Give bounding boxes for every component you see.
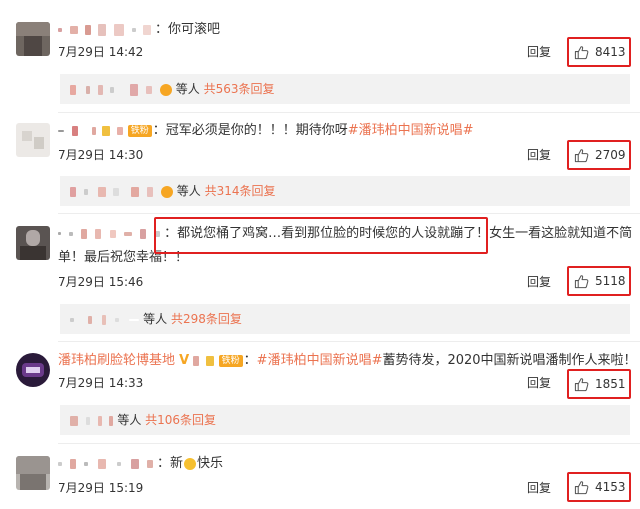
like-button[interactable]: 8413 bbox=[567, 37, 631, 67]
blurred-repliers bbox=[70, 413, 117, 427]
like-count: 5118 bbox=[595, 274, 626, 288]
blurred-username[interactable] bbox=[58, 456, 157, 471]
divider bbox=[58, 341, 640, 342]
like-button[interactable]: 4153 bbox=[567, 472, 631, 502]
blurred-username[interactable] bbox=[58, 226, 164, 241]
reply-count-link[interactable]: 共314条回复 bbox=[205, 184, 276, 198]
divider bbox=[58, 213, 640, 214]
reply-count-link[interactable]: 共106条回复 bbox=[145, 413, 216, 427]
comment-text-continued: 快乐 bbox=[197, 456, 224, 471]
like-count: 1851 bbox=[595, 377, 626, 391]
reply-summary-bar[interactable]: 等人 共314条回复 bbox=[60, 176, 630, 206]
avatar[interactable] bbox=[16, 456, 50, 490]
avatar[interactable] bbox=[16, 226, 50, 260]
divider bbox=[58, 443, 640, 444]
reply-button[interactable]: 回复 bbox=[527, 376, 551, 390]
blurred-username[interactable] bbox=[58, 22, 155, 37]
reply-summary-bar[interactable]: 等人 共298条回复 bbox=[60, 304, 630, 334]
blurred-repliers bbox=[70, 184, 177, 198]
fan-badge: 铁粉 bbox=[127, 124, 152, 137]
fan-badge: 铁粉 bbox=[218, 354, 243, 367]
comment-text-continued: 蓄势待发，2020中国新说唱潘制作人来啦！ bbox=[382, 353, 637, 368]
like-count: 8413 bbox=[595, 45, 626, 59]
reply-others-label: 等人 bbox=[176, 184, 201, 198]
comment-line: ：你可滚吧 bbox=[58, 22, 220, 38]
reply-button[interactable]: 回复 bbox=[527, 481, 551, 495]
comment-line: 潘玮柏刷脸轮博基地 V 铁粉 ：#潘玮柏中国新说唱#蓄势待发，2020中国新说唱潘… bbox=[58, 353, 637, 369]
blurred-username[interactable] bbox=[58, 123, 127, 138]
reply-button[interactable]: 回复 bbox=[527, 275, 551, 289]
comment-date: 7月29日 15:19 bbox=[58, 481, 144, 495]
comment-date: 7月29日 14:30 bbox=[58, 148, 144, 162]
reply-button[interactable]: 回复 bbox=[527, 45, 551, 59]
thumbs-up-icon bbox=[574, 46, 589, 60]
blurred-repliers bbox=[70, 312, 143, 326]
thumbs-up-icon bbox=[574, 481, 589, 495]
blurred-repliers bbox=[70, 82, 176, 96]
comment-date: 7月29日 14:42 bbox=[58, 45, 144, 59]
reply-others-label: 等人 bbox=[117, 413, 142, 427]
blurred-user-badges bbox=[193, 353, 217, 368]
reply-summary-bar[interactable]: 等人 共563条回复 bbox=[60, 74, 630, 104]
avatar[interactable] bbox=[16, 22, 50, 56]
like-button[interactable]: 1851 bbox=[567, 369, 631, 399]
reply-others-label: 等人 bbox=[175, 82, 200, 96]
topic-link[interactable]: #潘玮柏中国新说唱# bbox=[257, 353, 383, 368]
reply-others-label: 等人 bbox=[143, 312, 168, 326]
comment-line: ：新 快乐 bbox=[58, 456, 223, 472]
verified-v-icon: V bbox=[179, 353, 190, 368]
thumbs-up-icon bbox=[574, 275, 589, 289]
reply-summary-bar[interactable]: 等人 共106条回复 bbox=[60, 405, 630, 435]
like-count: 4153 bbox=[595, 480, 626, 494]
highlight-annotation bbox=[154, 217, 488, 254]
comment-text: ：冠军必须是你的！！！期待你呀 bbox=[152, 123, 348, 138]
topic-link[interactable]: #潘玮柏中国新说唱# bbox=[348, 123, 474, 138]
reply-count-link[interactable]: 共298条回复 bbox=[171, 312, 242, 326]
like-button[interactable]: 5118 bbox=[567, 266, 631, 296]
thumbs-up-icon bbox=[574, 149, 589, 163]
like-count: 2709 bbox=[595, 148, 626, 162]
comment-date: 7月29日 15:46 bbox=[58, 275, 144, 289]
comment-text: ：你可滚吧 bbox=[154, 22, 220, 37]
comment-text: ：新 bbox=[156, 456, 183, 471]
avatar[interactable] bbox=[16, 353, 50, 387]
reply-button[interactable]: 回复 bbox=[527, 148, 551, 162]
comment-text: ： bbox=[243, 353, 257, 368]
avatar[interactable] bbox=[16, 123, 50, 157]
like-button[interactable]: 2709 bbox=[567, 140, 631, 170]
thumbs-up-icon bbox=[574, 378, 589, 392]
comment-line: 铁粉 ：冠军必须是你的！！！期待你呀#潘玮柏中国新说唱# bbox=[58, 123, 474, 139]
divider bbox=[58, 112, 640, 113]
reply-count-link[interactable]: 共563条回复 bbox=[204, 82, 275, 96]
emoji-icon bbox=[184, 457, 196, 470]
username-link[interactable]: 潘玮柏刷脸轮博基地 bbox=[58, 353, 175, 368]
comment-date: 7月29日 14:33 bbox=[58, 376, 144, 390]
